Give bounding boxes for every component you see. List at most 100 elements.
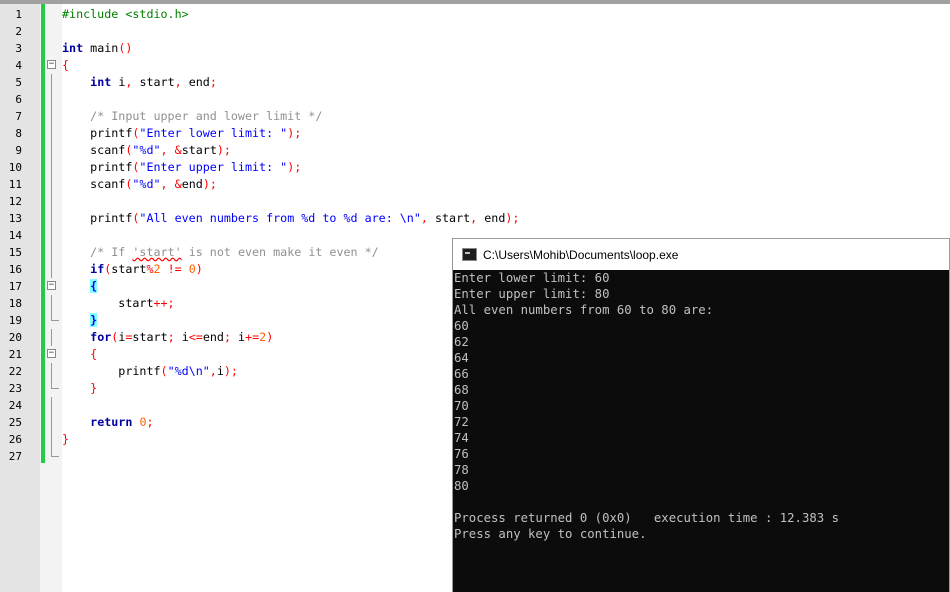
line-number: 2 [15, 25, 22, 38]
code-text: } [62, 312, 98, 329]
code-text: int i, start, end; [62, 74, 217, 91]
code-token: int [90, 75, 112, 89]
code-line[interactable]: 2 [0, 23, 950, 40]
code-text: { [62, 57, 69, 74]
fold-guide [51, 176, 52, 193]
line-number: 3 [15, 42, 22, 55]
fold-guide [51, 193, 52, 210]
fold-toggle-icon[interactable]: − [47, 60, 56, 69]
code-token: start [427, 211, 471, 225]
fold-end [51, 380, 59, 389]
code-line[interactable]: 4 −{ [0, 57, 950, 74]
code-line[interactable]: 1 #include <stdio.h> [0, 6, 950, 23]
code-token: ); [202, 177, 217, 191]
console-line: 60 [454, 319, 469, 333]
code-token: "%d" [132, 177, 161, 191]
code-line[interactable]: 12 [0, 193, 950, 210]
code-token: ( [160, 364, 168, 378]
code-token: "%d" [132, 143, 161, 157]
fold-guide [51, 108, 52, 125]
line-number: 12 [8, 195, 22, 208]
code-token: end [181, 75, 210, 89]
code-token: printf [62, 160, 133, 174]
code-token: 2 [153, 262, 161, 276]
code-line[interactable]: 9 scanf("%d", &start); [0, 142, 950, 159]
code-token: { [90, 279, 98, 293]
code-token: <= [188, 330, 203, 344]
fold-guide [51, 295, 52, 312]
code-text: return 0; [62, 414, 154, 431]
code-token: 'start' [132, 245, 182, 259]
code-token: i [216, 364, 224, 378]
code-token: ; [209, 75, 217, 89]
code-line[interactable]: 6 [0, 91, 950, 108]
code-token: main [83, 41, 119, 55]
code-token: ; [146, 415, 154, 429]
code-token: } [62, 432, 70, 446]
fold-toggle-icon[interactable]: − [47, 281, 56, 290]
code-token: end [202, 330, 224, 344]
code-token: /* Input upper and lower limit */ [90, 109, 323, 123]
code-text: scanf("%d", &end); [62, 176, 217, 193]
line-number: 14 [8, 229, 22, 242]
code-token: printf [62, 211, 133, 225]
code-line[interactable]: 10 printf("Enter upper limit: "); [0, 159, 950, 176]
code-text: int main() [62, 40, 132, 57]
console-line: 74 [454, 431, 469, 445]
console-line: 64 [454, 351, 469, 365]
fold-guide [51, 397, 52, 414]
fold-guide [51, 159, 52, 176]
code-token: ++; [153, 296, 175, 310]
line-number: 17 [8, 280, 22, 293]
code-token: return [90, 415, 133, 429]
fold-toggle-icon[interactable]: − [47, 349, 56, 358]
code-token: "All even numbers from %d to %d are: \n" [139, 211, 421, 225]
fold-guide [51, 261, 52, 278]
console-window[interactable]: C:\Users\Mohib\Documents\loop.exe Enter … [452, 238, 950, 592]
console-output[interactable]: Enter lower limit: 60 Enter upper limit: … [453, 270, 949, 592]
console-line: 66 [454, 367, 469, 381]
fold-guide [51, 329, 52, 346]
line-number: 24 [8, 399, 22, 412]
line-number: 11 [8, 178, 22, 191]
console-title: C:\Users\Mohib\Documents\loop.exe [483, 248, 679, 262]
code-token: != [167, 262, 182, 276]
code-line[interactable]: 5 int i, start, end; [0, 74, 950, 91]
line-number: 5 [15, 76, 22, 89]
code-token: ); [287, 126, 302, 140]
line-number: 4 [15, 59, 22, 72]
console-line: 70 [454, 399, 469, 413]
line-number: 8 [15, 127, 22, 140]
code-token: start [111, 262, 147, 276]
console-line: 80 [454, 479, 469, 493]
code-token: "Enter upper limit: " [139, 160, 288, 174]
code-line[interactable]: 13 printf("All even numbers from %d to %… [0, 210, 950, 227]
code-token: int [62, 41, 84, 55]
console-app-icon [462, 248, 477, 261]
code-token: , [209, 364, 217, 378]
code-line[interactable]: 3 int main() [0, 40, 950, 57]
console-line: 72 [454, 415, 469, 429]
code-line[interactable]: 11 scanf("%d", &end); [0, 176, 950, 193]
line-number: 15 [8, 246, 22, 259]
code-text: printf("Enter upper limit: "); [62, 159, 301, 176]
code-text: printf("%d\n",i); [62, 363, 238, 380]
code-line[interactable]: 7 /* Input upper and lower limit */ [0, 108, 950, 125]
code-text: printf("Enter lower limit: "); [62, 125, 301, 142]
line-number: 16 [8, 263, 22, 276]
code-line[interactable]: 8 printf("Enter lower limit: "); [0, 125, 950, 142]
line-number: 9 [15, 144, 22, 157]
code-text: /* If 'start' is not even make it even *… [62, 244, 379, 261]
code-token: printf [62, 364, 161, 378]
line-number: 1 [15, 8, 22, 21]
fold-guide [51, 414, 52, 431]
fold-guide [51, 244, 52, 261]
code-text: for(i=start; i<=end; i+=2) [62, 329, 273, 346]
console-titlebar[interactable]: C:\Users\Mohib\Documents\loop.exe [453, 239, 949, 270]
